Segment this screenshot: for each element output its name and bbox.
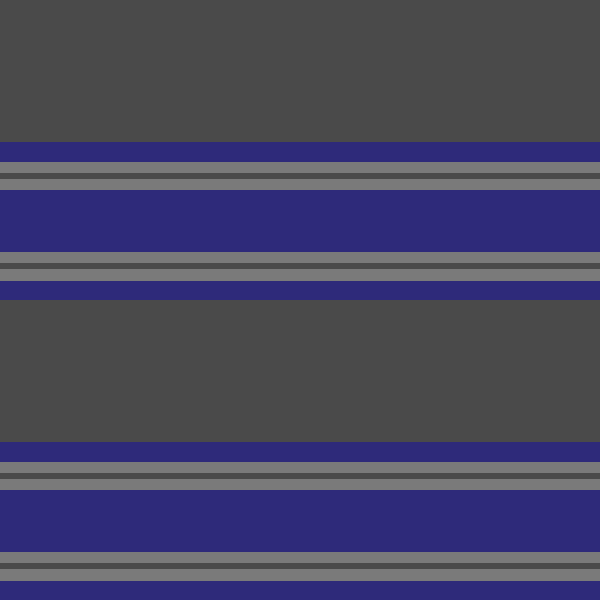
stripe-18 xyxy=(0,569,600,581)
stripe-1 xyxy=(0,142,600,161)
stripe-2 xyxy=(0,162,600,174)
stripe-4 xyxy=(0,179,600,191)
stripe-0 xyxy=(0,0,600,142)
stripe-6 xyxy=(0,252,600,264)
stripe-12 xyxy=(0,462,600,474)
stripe-14 xyxy=(0,479,600,491)
stripe-5 xyxy=(0,190,600,252)
stripe-15 xyxy=(0,490,600,552)
stripe-16 xyxy=(0,552,600,564)
stripe-8 xyxy=(0,269,600,281)
stripe-9 xyxy=(0,281,600,300)
stripe-11 xyxy=(0,442,600,461)
stripe-19 xyxy=(0,581,600,600)
stripe-10 xyxy=(0,300,600,442)
stripe-pattern xyxy=(0,0,600,600)
